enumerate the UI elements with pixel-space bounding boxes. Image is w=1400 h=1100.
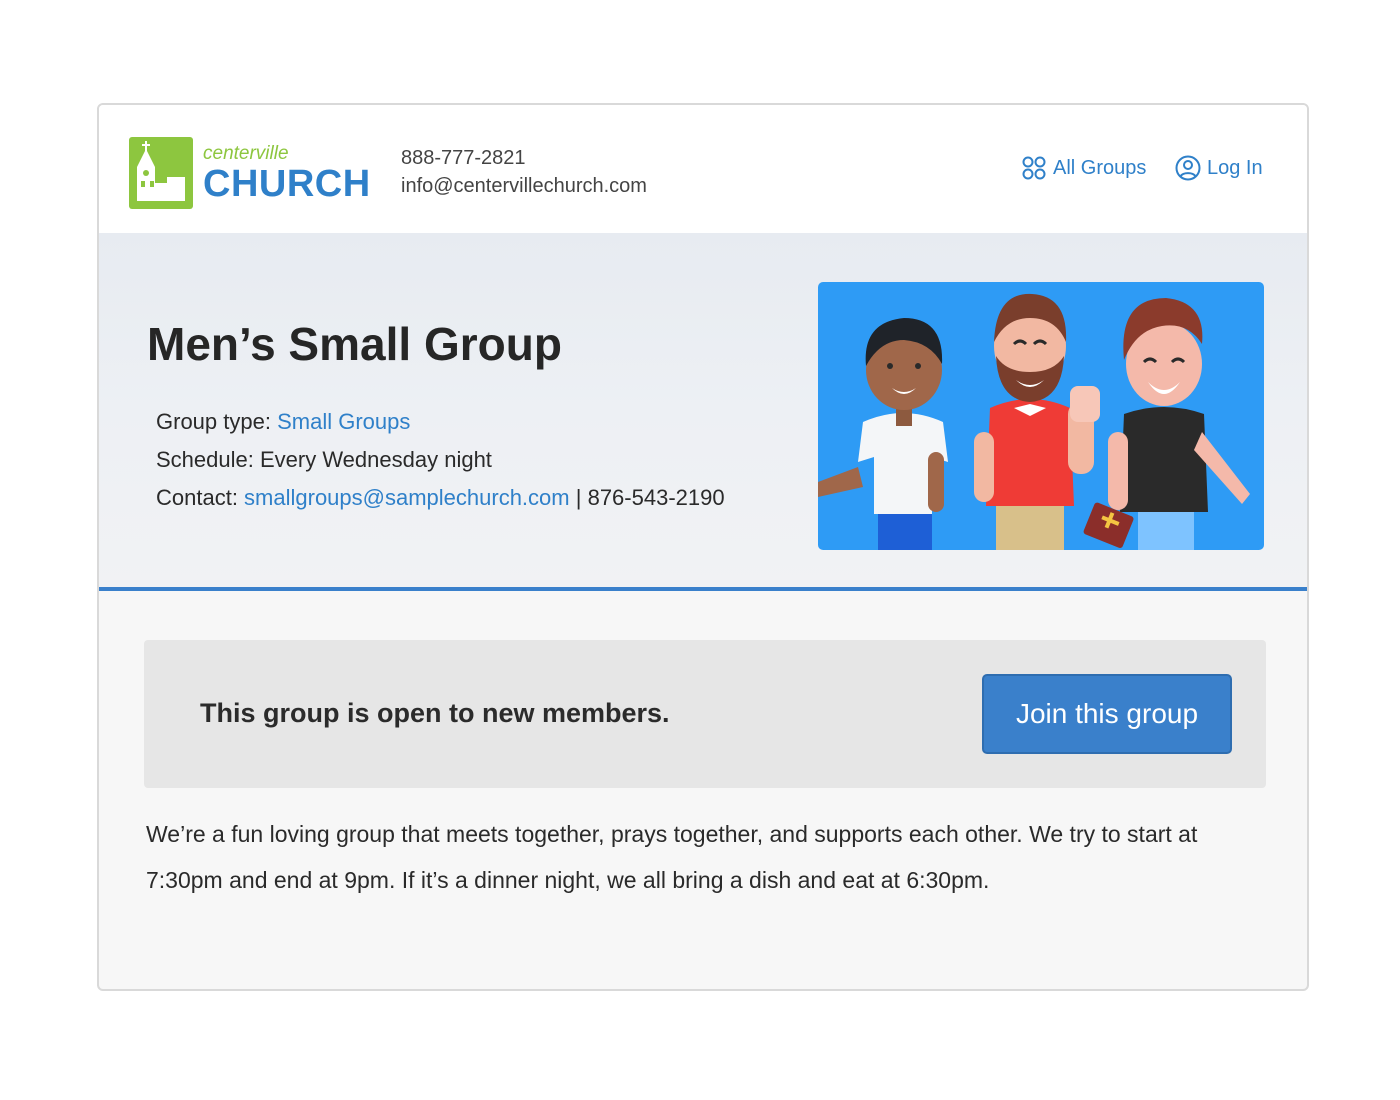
page-title: Men’s Small Group	[147, 318, 562, 370]
church-logo-icon[interactable]	[129, 137, 193, 209]
brand-name[interactable]: CHURCH	[203, 163, 371, 206]
schedule-row: Schedule: Every Wednesday night	[156, 447, 492, 473]
groups-icon	[1022, 156, 1046, 180]
brand-tagline: centerville	[203, 143, 289, 164]
all-groups-label: All Groups	[1053, 156, 1147, 179]
schedule-value: Every Wednesday night	[259, 447, 492, 472]
group-type-link[interactable]: Small Groups	[277, 409, 410, 434]
log-in-link[interactable]: Log In	[1175, 155, 1263, 181]
membership-notice: This group is open to new members. Join …	[144, 640, 1266, 788]
hero-section: Men’s Small Group Group type: Small Grou…	[99, 233, 1307, 591]
join-group-button[interactable]: Join this group	[982, 674, 1232, 754]
site-header: centerville CHURCH 888-777-2821 info@cen…	[99, 105, 1307, 233]
group-illustration	[818, 282, 1264, 550]
group-type-row: Group type: Small Groups	[156, 409, 410, 435]
log-in-label: Log In	[1207, 156, 1263, 179]
header-email: info@centervillechurch.com	[401, 175, 647, 197]
contact-label: Contact:	[156, 485, 245, 510]
contact-email-link[interactable]: smallgroups@samplechurch.com	[244, 485, 570, 510]
header-phone: 888-777-2821	[401, 147, 526, 169]
group-type-label: Group type:	[156, 409, 278, 434]
all-groups-link[interactable]: All Groups	[1021, 155, 1146, 181]
schedule-label: Schedule:	[156, 447, 260, 472]
page-frame: centerville CHURCH 888-777-2821 info@cen…	[97, 103, 1309, 991]
user-circle-icon	[1175, 155, 1201, 181]
contact-phone: 876-543-2190	[587, 485, 725, 510]
group-description: We’re a fun loving group that meets toge…	[146, 821, 1198, 893]
contact-separator: |	[569, 485, 588, 510]
contact-row: Contact: smallgroups@samplechurch.com | …	[156, 485, 725, 511]
membership-status-text: This group is open to new members.	[200, 698, 670, 728]
